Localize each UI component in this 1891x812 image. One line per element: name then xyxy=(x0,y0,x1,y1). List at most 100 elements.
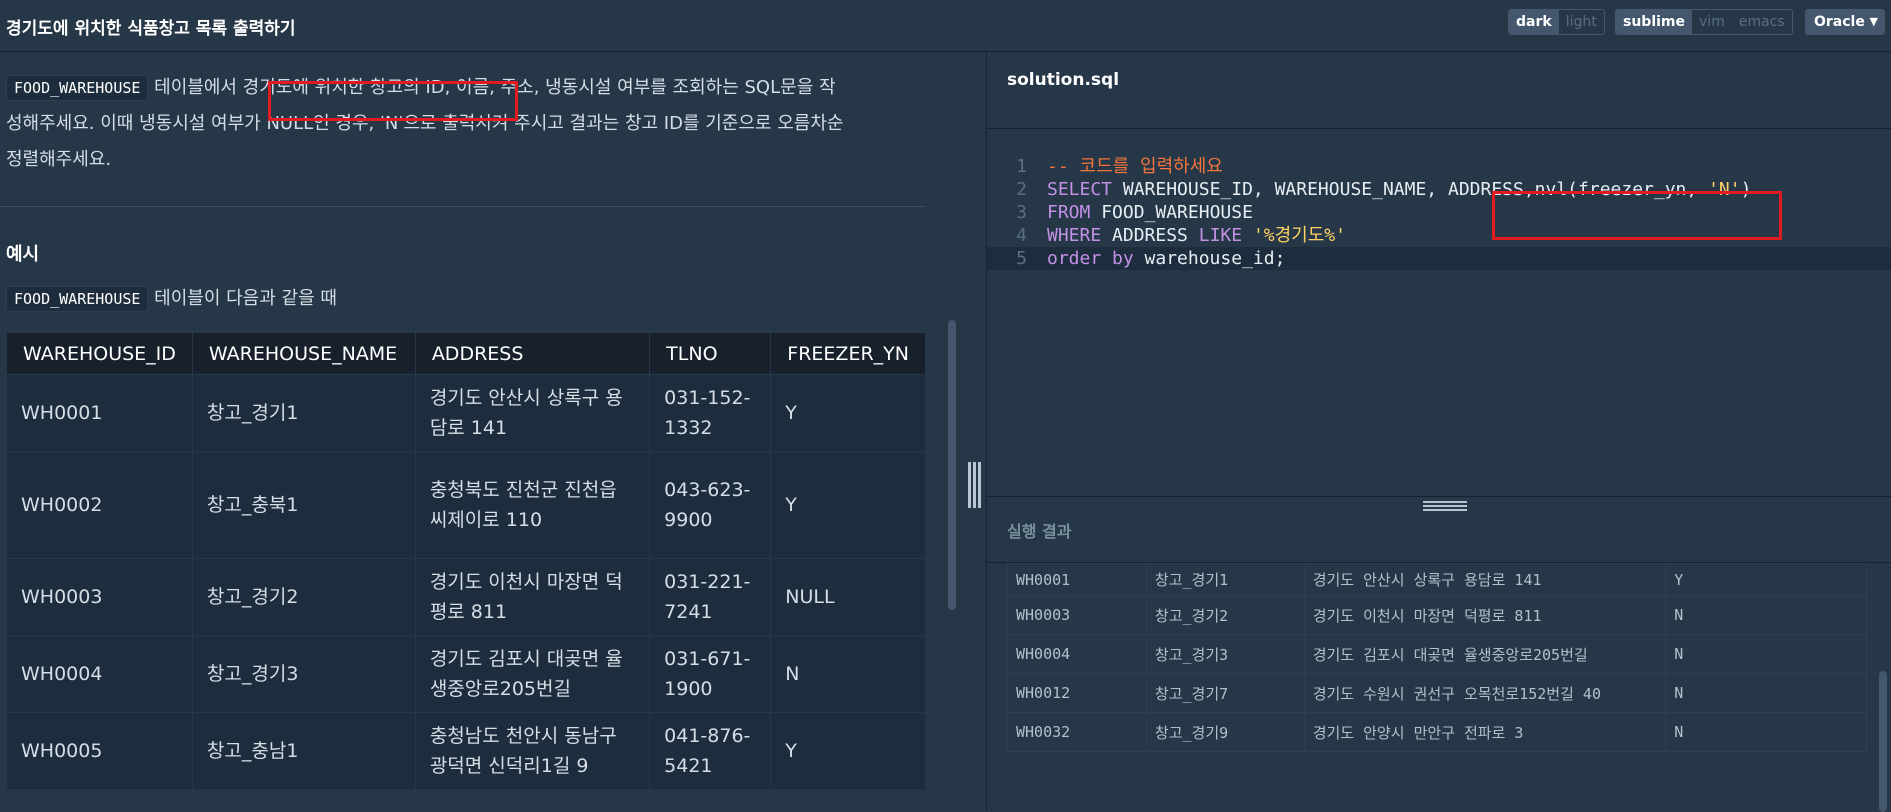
result-scrollbar[interactable] xyxy=(1879,671,1887,812)
chevron-down-icon: ▼ xyxy=(1869,15,1878,28)
code-keyword: SELECT xyxy=(1047,179,1113,200)
desc-line-3: 정렬해주세요. xyxy=(6,149,112,170)
code-keyword: FROM xyxy=(1047,202,1091,223)
table-cell: Y xyxy=(770,712,926,790)
table-cell: NULL xyxy=(770,558,926,636)
example-text: 테이블이 다음과 같을 때 xyxy=(148,288,337,309)
table-row: WH0003 창고_경기2 경기도 이천시 마장면 덕평로 811 031-22… xyxy=(6,558,926,636)
table-name-chip: FOOD_WAREHOUSE xyxy=(6,75,149,101)
line-number: 3 xyxy=(1016,202,1027,223)
table-cell: 경기도 김포시 대곶면 율생중앙로205번길 xyxy=(414,635,651,713)
keymap-toggle[interactable]: sublime vim emacs xyxy=(1615,9,1793,35)
keymap-vim-option[interactable]: vim xyxy=(1692,10,1732,34)
table-row: WH0001 창고_경기1 경기도 안산시 상록구 용담로 141 Y xyxy=(1007,563,1867,596)
table-row: WH0001 창고_경기1 경기도 안산시 상록구 용담로 141 031-15… xyxy=(6,374,926,452)
column-header: FREEZER_YN xyxy=(770,332,926,375)
table-row: WH0003 창고_경기2 경기도 이천시 마장면 덕평로 811 N xyxy=(1007,595,1867,635)
table-cell: WH0004 xyxy=(6,635,193,713)
table-cell: 043-623-9900 xyxy=(649,451,772,559)
example-table-chip: FOOD_WAREHOUSE xyxy=(6,286,149,312)
table-cell: 창고_경기9 xyxy=(1145,712,1305,752)
table-cell: WH0001 xyxy=(6,374,193,452)
result-panel: WH0001 창고_경기1 경기도 안산시 상록구 용담로 141 Y WH00… xyxy=(987,562,1891,812)
table-cell: 경기도 이천시 마장면 덕평로 811 xyxy=(414,558,651,636)
table-cell: 경기도 김포시 대곶면 율생중앙로205번길 xyxy=(1303,634,1667,674)
code-text: ADDRESS xyxy=(1101,225,1199,246)
table-cell: 창고_경기1 xyxy=(1145,563,1305,596)
horizontal-resize-handle[interactable] xyxy=(1423,501,1467,511)
code-comment: -- 코드를 입력하세요 xyxy=(1047,156,1223,177)
column-header: WAREHOUSE_NAME xyxy=(191,332,416,375)
line-number: 2 xyxy=(1016,179,1027,200)
table-cell: N xyxy=(1665,595,1867,635)
table-cell: 경기도 안산시 상록구 용담로 141 xyxy=(414,374,651,452)
code-text: FOOD_WAREHOUSE xyxy=(1090,202,1253,223)
column-header: ADDRESS xyxy=(414,332,651,375)
table-cell: N xyxy=(770,635,926,713)
table-cell: 창고_충남1 xyxy=(191,712,416,790)
table-cell: 창고_경기3 xyxy=(191,635,416,713)
result-heading: 실행 결과 xyxy=(1007,522,1072,541)
table-cell: 경기도 수원시 권선구 오목천로152번길 40 xyxy=(1303,673,1667,713)
table-cell: 충청북도 진천군 진천읍 씨제이로 110 xyxy=(414,451,651,559)
example-intro: FOOD_WAREHOUSE 테이블이 다음과 같을 때 xyxy=(6,284,337,312)
theme-dark-option[interactable]: dark xyxy=(1509,10,1559,34)
line-number: 4 xyxy=(1016,225,1027,246)
page-title: 경기도에 위치한 식품창고 목록 출력하기 xyxy=(6,19,296,39)
table-cell: 창고_경기3 xyxy=(1145,634,1305,674)
horizontal-divider xyxy=(987,496,1891,497)
result-table: WH0001 창고_경기1 경기도 안산시 상록구 용담로 141 Y WH00… xyxy=(1007,563,1867,752)
table-row: WH0032 창고_경기9 경기도 안양시 만안구 전파로 3 N xyxy=(1007,712,1867,752)
language-select[interactable]: Oracle ▼ xyxy=(1805,9,1885,35)
code-string: '%경기도%' xyxy=(1252,225,1346,246)
code-line[interactable]: 1 -- 코드를 입력하세요 xyxy=(987,155,1891,178)
table-cell: WH0002 xyxy=(6,451,193,559)
theme-toggle[interactable]: dark light xyxy=(1508,9,1605,35)
table-cell: 창고_경기1 xyxy=(191,374,416,452)
table-cell: WH0032 xyxy=(1007,712,1147,752)
vertical-resize-handle[interactable] xyxy=(968,462,982,508)
table-row: WH0004 창고_경기3 경기도 김포시 대곶면 율생중앙로205번길 N xyxy=(1007,634,1867,674)
theme-light-option[interactable]: light xyxy=(1558,10,1604,34)
column-header: WAREHOUSE_ID xyxy=(6,332,193,375)
problem-scrollbar[interactable] xyxy=(948,320,956,610)
table-row: WH0005 창고_충남1 충청남도 천안시 동남구 광덕면 신덕리1길 9 0… xyxy=(6,712,926,790)
table-cell: WH0003 xyxy=(1007,595,1147,635)
table-cell: Y xyxy=(770,374,926,452)
code-keyword: order by xyxy=(1047,248,1134,269)
code-line-current[interactable]: 5 order by warehouse_id; xyxy=(987,247,1891,270)
table-cell: WH0005 xyxy=(6,712,193,790)
table-cell: 충청남도 천안시 동남구 광덕면 신덕리1길 9 xyxy=(414,712,651,790)
top-bar: 경기도에 위치한 식품창고 목록 출력하기 dark light sublime… xyxy=(0,0,1891,52)
table-cell: 경기도 안산시 상록구 용담로 141 xyxy=(1303,563,1667,596)
table-cell: WH0012 xyxy=(1007,673,1147,713)
example-table: WAREHOUSE_ID WAREHOUSE_NAME ADDRESS TLNO… xyxy=(6,332,926,790)
table-cell: 031-152-1332 xyxy=(649,374,772,452)
table-row: WH0002 창고_충북1 충청북도 진천군 진천읍 씨제이로 110 043-… xyxy=(6,451,926,559)
table-row: WH0004 창고_경기3 경기도 김포시 대곶면 율생중앙로205번길 031… xyxy=(6,635,926,713)
keymap-emacs-option[interactable]: emacs xyxy=(1731,10,1792,34)
table-cell: 031-221-7241 xyxy=(649,558,772,636)
table-header-row: WAREHOUSE_ID WAREHOUSE_NAME ADDRESS TLNO… xyxy=(6,332,926,375)
table-cell: 창고_경기2 xyxy=(191,558,416,636)
table-cell: N xyxy=(1665,634,1867,674)
example-heading: 예시 xyxy=(6,244,40,265)
table-cell: 경기도 안양시 만안구 전파로 3 xyxy=(1303,712,1667,752)
section-divider xyxy=(0,206,926,207)
table-cell: 창고_경기7 xyxy=(1145,673,1305,713)
table-cell: N xyxy=(1665,712,1867,752)
highlight-box-nvl xyxy=(1492,191,1782,240)
line-number: 5 xyxy=(1016,248,1027,269)
highlight-box-null xyxy=(268,81,518,121)
line-number: 1 xyxy=(1016,156,1027,177)
table-cell: WH0004 xyxy=(1007,634,1147,674)
table-cell: WH0001 xyxy=(1007,563,1147,596)
editor-filename: solution.sql xyxy=(1007,70,1120,90)
editor-panel: solution.sql 1 -- 코드를 입력하세요 2 SELECT WAREH… xyxy=(987,52,1891,812)
keymap-sublime-option[interactable]: sublime xyxy=(1616,10,1693,34)
table-cell: 041-876-5421 xyxy=(649,712,772,790)
language-select-value: Oracle xyxy=(1814,14,1865,30)
code-editor[interactable]: 1 -- 코드를 입력하세요 2 SELECT WAREHOUSE_ID, WARE… xyxy=(987,128,1891,548)
table-cell: 창고_경기2 xyxy=(1145,595,1305,635)
